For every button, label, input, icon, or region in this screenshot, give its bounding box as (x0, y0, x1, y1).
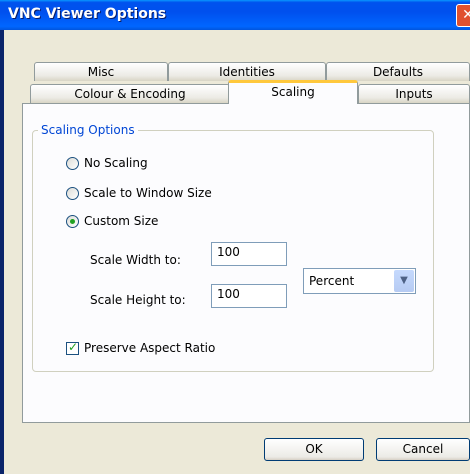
height-input[interactable]: 100 (211, 284, 287, 308)
chevron-down-icon[interactable]: ▼ (394, 270, 414, 292)
cancel-button[interactable]: Cancel (376, 438, 470, 461)
width-label: Scale Width to: (90, 253, 181, 267)
tab-inputs[interactable]: Inputs (358, 84, 470, 103)
tab-label: Misc (87, 65, 115, 79)
tab-defaults[interactable]: Defaults (326, 62, 470, 81)
window-title: VNC Viewer Options (8, 6, 167, 22)
unit-select[interactable]: Percent ▼ (303, 268, 416, 294)
radio-no-scaling[interactable]: No Scaling (66, 156, 148, 170)
tab-misc[interactable]: Misc (34, 62, 168, 81)
width-input[interactable]: 100 (211, 242, 287, 266)
preserve-aspect-checkbox[interactable]: ✓ Preserve Aspect Ratio (66, 339, 216, 355)
tab-label: Inputs (395, 87, 433, 101)
title-bar[interactable]: VNC Viewer Options ✕ (0, 0, 470, 30)
radio-circle (66, 214, 79, 228)
tab-label: Colour & Encoding (74, 87, 186, 101)
close-button[interactable]: ✕ (456, 4, 470, 27)
radio-label: Scale to Window Size (84, 186, 212, 200)
tab-colour-encoding[interactable]: Colour & Encoding (30, 84, 230, 103)
tab-identities[interactable]: Identities (168, 62, 326, 81)
radio-label: No Scaling (84, 156, 148, 170)
tab-scaling[interactable]: Scaling (228, 80, 358, 104)
checkbox-box: ✓ (66, 339, 79, 355)
checkmark-icon: ✓ (68, 339, 79, 354)
tab-label: Scaling (271, 85, 315, 99)
radio-circle (66, 156, 79, 170)
radio-custom-size[interactable]: Custom Size (66, 214, 158, 228)
radio-selected-dot (70, 218, 75, 224)
options-dialog: VNC Viewer Options ✕ Misc Identities Def… (0, 0, 470, 474)
radio-scale-to-window[interactable]: Scale to Window Size (66, 186, 212, 200)
unit-select-value: Percent (309, 274, 355, 288)
radio-circle (66, 186, 79, 200)
group-label: Scaling Options (38, 123, 138, 137)
height-label: Scale Height to: (90, 293, 186, 307)
close-icon: ✕ (462, 7, 470, 23)
tab-label: Defaults (372, 65, 424, 79)
checkbox-label: Preserve Aspect Ratio (84, 341, 216, 355)
tab-label: Identities (219, 65, 275, 79)
radio-label: Custom Size (84, 214, 159, 228)
ok-button[interactable]: OK (264, 438, 364, 461)
